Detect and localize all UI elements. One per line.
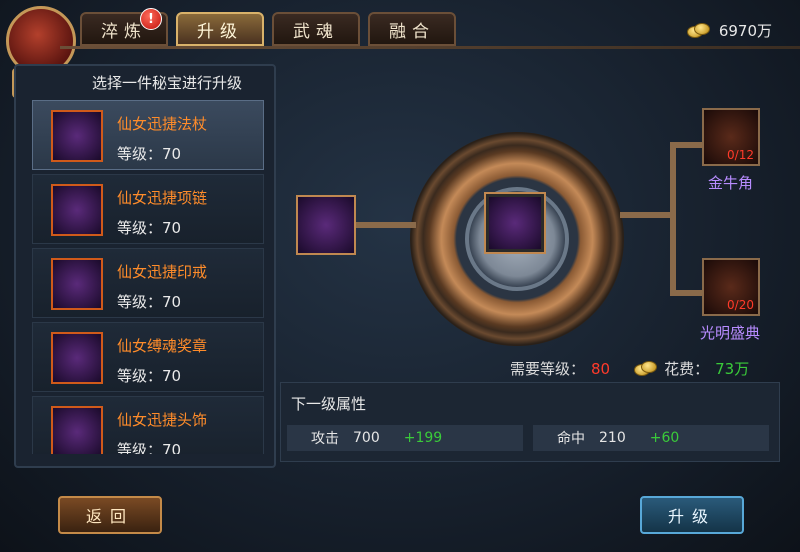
game-window: 秘宝 淬炼 ! 升级 武魂 融合 6970万 选择一件秘宝进行升级 仙女迅捷法杖… bbox=[0, 0, 800, 552]
necklace-icon bbox=[51, 184, 103, 236]
cost-label: 花费： bbox=[664, 360, 710, 378]
connector bbox=[356, 222, 416, 228]
attribute-label: 命中 bbox=[557, 431, 585, 447]
item-name: 仙女迅捷法杖 bbox=[117, 115, 208, 133]
ring-icon bbox=[51, 258, 103, 310]
upgrade-panel: 0/12 金牛角 0/20 光明盛典 需要等级： 80 花费： 73万 下一级属… bbox=[280, 64, 784, 468]
medal-icon bbox=[51, 332, 103, 384]
target-item-slot[interactable] bbox=[486, 194, 544, 252]
material-name: 光明盛典 bbox=[700, 324, 761, 342]
attribute-row: 命中 210 +60 bbox=[533, 425, 769, 451]
tab-martial-soul[interactable]: 武魂 bbox=[272, 12, 360, 46]
treasure-list-panel: 选择一件秘宝进行升级 仙女迅捷法杖 等级：70 仙女迅捷项链 等级：70 仙女迅… bbox=[14, 64, 276, 468]
gold-coin-icon bbox=[686, 22, 711, 39]
item-level: 等级：70 bbox=[117, 145, 182, 163]
divider bbox=[60, 46, 800, 49]
connector bbox=[670, 142, 676, 296]
item-level: 等级：70 bbox=[117, 441, 182, 454]
list-item[interactable]: 仙女迅捷法杖 等级：70 bbox=[32, 100, 264, 170]
cost-value: 73万 bbox=[715, 360, 750, 378]
currency-display: 6970万 bbox=[686, 20, 772, 41]
currency-amount: 6970万 bbox=[718, 22, 772, 40]
requirement-label: 需要等级： bbox=[510, 360, 586, 378]
attribute-value: 700 bbox=[353, 430, 380, 446]
attribute-label: 攻击 bbox=[311, 431, 339, 447]
tab-label: 升级 bbox=[197, 21, 243, 42]
requirement-value: 80 bbox=[591, 359, 611, 378]
headpiece-icon bbox=[51, 406, 103, 454]
tab-label: 武魂 bbox=[293, 21, 339, 42]
item-name: 仙女迅捷印戒 bbox=[117, 263, 208, 281]
connector bbox=[670, 142, 702, 148]
connector bbox=[620, 212, 672, 218]
attribute-delta: +60 bbox=[649, 430, 680, 446]
tab-upgrade[interactable]: 升级 bbox=[176, 12, 264, 46]
material-name: 金牛角 bbox=[708, 174, 754, 192]
list-item[interactable]: 仙女迅捷头饰 等级：70 bbox=[32, 396, 264, 454]
attribute-delta: +199 bbox=[403, 430, 443, 446]
material-count: 0/12 bbox=[727, 148, 754, 162]
list-header: 选择一件秘宝进行升级 bbox=[92, 74, 243, 92]
tab-bar: 淬炼 ! 升级 武魂 融合 bbox=[80, 8, 456, 48]
tab-fusion[interactable]: 融合 bbox=[368, 12, 456, 46]
attribute-value: 210 bbox=[599, 430, 626, 446]
tab-label: 融合 bbox=[389, 21, 435, 42]
list-item[interactable]: 仙女迅捷项链 等级：70 bbox=[32, 174, 264, 244]
item-name: 仙女缚魂奖章 bbox=[117, 337, 208, 355]
staff-icon bbox=[51, 110, 103, 162]
list-item[interactable]: 仙女缚魂奖章 等级：70 bbox=[32, 322, 264, 392]
tab-refine[interactable]: 淬炼 ! bbox=[80, 8, 168, 46]
attributes-title: 下一级属性 bbox=[291, 395, 367, 413]
attribute-row: 攻击 700 +199 bbox=[287, 425, 523, 451]
item-level: 等级：70 bbox=[117, 293, 182, 311]
item-level: 等级：70 bbox=[117, 367, 182, 385]
requirement-row: 需要等级： 80 花费： 73万 bbox=[510, 358, 749, 379]
upgrade-button[interactable]: 升级 bbox=[640, 496, 744, 534]
source-item-slot[interactable] bbox=[296, 195, 356, 255]
material-slot[interactable]: 0/20 bbox=[702, 258, 760, 316]
item-name: 仙女迅捷项链 bbox=[117, 189, 208, 207]
gold-coin-icon bbox=[634, 360, 658, 377]
alert-badge: ! bbox=[140, 8, 162, 30]
treasure-list[interactable]: 仙女迅捷法杖 等级：70 仙女迅捷项链 等级：70 仙女迅捷印戒 等级：70 仙… bbox=[32, 100, 266, 454]
item-level: 等级：70 bbox=[117, 219, 182, 237]
next-level-attributes: 下一级属性 攻击 700 +199 命中 210 +60 bbox=[280, 382, 780, 462]
back-button[interactable]: 返回 bbox=[58, 496, 162, 534]
material-count: 0/20 bbox=[727, 298, 754, 312]
material-slot[interactable]: 0/12 bbox=[702, 108, 760, 166]
list-item[interactable]: 仙女迅捷印戒 等级：70 bbox=[32, 248, 264, 318]
connector bbox=[670, 290, 702, 296]
item-name: 仙女迅捷头饰 bbox=[117, 411, 208, 429]
